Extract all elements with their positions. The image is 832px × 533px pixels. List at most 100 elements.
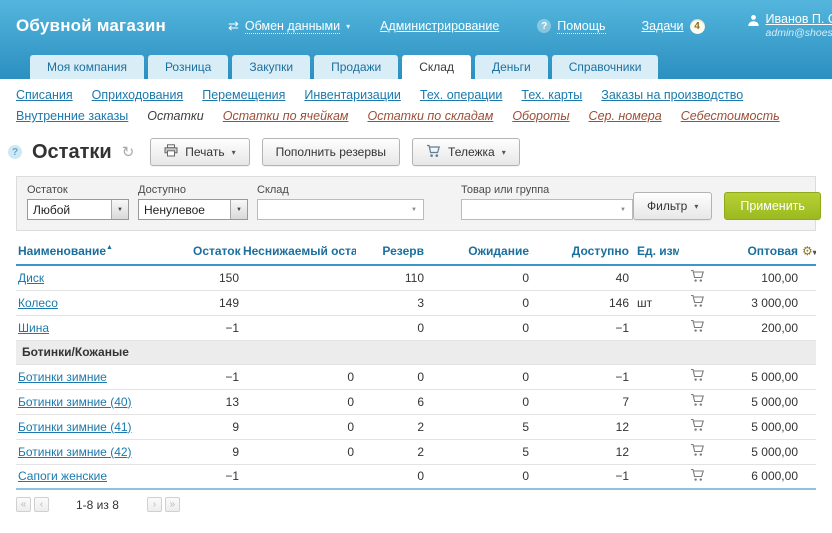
administration-link[interactable]: Администрирование bbox=[380, 19, 499, 33]
tab-warehouse[interactable]: Склад bbox=[402, 55, 471, 79]
pagination-info: 1-8 из 8 bbox=[76, 498, 119, 512]
tab-sales[interactable]: Продажи bbox=[314, 55, 398, 79]
item-link[interactable]: Диск bbox=[18, 271, 44, 285]
tab-my-company[interactable]: Моя компания bbox=[30, 55, 144, 79]
available-cell: −1 bbox=[531, 464, 631, 489]
unit-cell bbox=[631, 389, 679, 414]
subnav-transfers[interactable]: Перемещения bbox=[202, 88, 285, 102]
stock-cell: −1 bbox=[191, 364, 241, 389]
subnav-production-orders[interactable]: Заказы на производство bbox=[601, 88, 743, 102]
wholesale-cell: 5 000,00 bbox=[715, 364, 800, 389]
add-to-cart-icon[interactable] bbox=[690, 269, 705, 286]
awaiting-cell: 0 bbox=[426, 290, 531, 315]
subnav-stock-by-warehouses[interactable]: Остатки по складам bbox=[367, 109, 493, 123]
item-link[interactable]: Ботинки зимние (40) bbox=[18, 395, 132, 409]
product-combobox[interactable]: ▼ bbox=[461, 199, 633, 220]
page-help-icon[interactable]: ? bbox=[8, 145, 22, 159]
subnav-stock-current: Остатки bbox=[147, 109, 203, 123]
add-to-cart-icon[interactable] bbox=[690, 294, 705, 311]
add-to-cart-icon[interactable] bbox=[690, 418, 705, 435]
prev-page-button[interactable]: ‹ bbox=[34, 497, 49, 512]
column-settings[interactable]: ⚙▾ bbox=[800, 244, 816, 265]
sort-asc-icon: ▲ bbox=[106, 244, 113, 251]
stock-filter-select[interactable]: Любой ▼ bbox=[27, 199, 129, 220]
item-link[interactable]: Ботинки зимние (41) bbox=[18, 420, 132, 434]
group-header-label: Ботинки/Кожаные bbox=[16, 340, 816, 364]
column-header-name[interactable]: Наименование▲ bbox=[16, 244, 191, 265]
first-page-button[interactable]: « bbox=[16, 497, 31, 512]
item-link[interactable]: Шина bbox=[18, 321, 49, 335]
user-menu[interactable]: Иванов П. С. admin@shoes bbox=[747, 12, 832, 40]
column-header-stock[interactable]: Остаток bbox=[191, 244, 241, 265]
tasks-count-badge: 4 bbox=[690, 19, 705, 34]
chevron-down-icon: ▾ bbox=[813, 248, 816, 257]
unit-cell bbox=[631, 265, 679, 290]
add-to-cart-icon[interactable] bbox=[690, 368, 705, 385]
reserve-cell: 6 bbox=[356, 389, 426, 414]
data-exchange-menu[interactable]: ⇄ Обмен данными ▾ bbox=[228, 18, 350, 34]
awaiting-cell: 0 bbox=[426, 265, 531, 290]
tab-retail[interactable]: Розница bbox=[148, 55, 228, 79]
unit-cell bbox=[631, 315, 679, 340]
stock-filter-value: Любой bbox=[28, 200, 111, 219]
add-to-cart-icon[interactable] bbox=[690, 319, 705, 336]
item-link[interactable]: Ботинки зимние bbox=[18, 370, 107, 384]
wholesale-cell: 200,00 bbox=[715, 315, 800, 340]
tab-purchases[interactable]: Закупки bbox=[232, 55, 310, 79]
chevron-down-icon: ▾ bbox=[346, 22, 350, 31]
replenish-reserves-button[interactable]: Пополнить резервы bbox=[262, 138, 400, 166]
column-header-reserve[interactable]: Резерв bbox=[356, 244, 426, 265]
column-header-min-stock[interactable]: Неснижаемый остат... bbox=[241, 244, 356, 265]
subnav-inventories[interactable]: Инвентаризации bbox=[304, 88, 401, 102]
last-page-button[interactable]: » bbox=[165, 497, 180, 512]
help-menu[interactable]: ? Помощь bbox=[537, 19, 605, 34]
table-row: Ботинки зимние (41) 9 0 2 5 12 5 000,00 bbox=[16, 414, 816, 439]
available-filter-select[interactable]: Ненулевое ▼ bbox=[138, 199, 248, 220]
column-header-unit[interactable]: Ед. изм. bbox=[631, 244, 679, 265]
select-dropdown-button[interactable]: ▼ bbox=[230, 200, 247, 219]
apply-button[interactable]: Применить bbox=[724, 192, 821, 220]
item-link[interactable]: Ботинки зимние (42) bbox=[18, 445, 132, 459]
select-dropdown-button[interactable]: ▼ bbox=[111, 200, 128, 219]
user-name-link[interactable]: Иванов П. С. bbox=[766, 12, 832, 26]
stock-cell: −1 bbox=[191, 464, 241, 489]
subnav-serial-numbers[interactable]: Сер. номера bbox=[589, 109, 662, 123]
add-to-cart-icon[interactable] bbox=[690, 443, 705, 460]
min-stock-cell: 0 bbox=[241, 364, 356, 389]
subnav-stock-by-cells[interactable]: Остатки по ячейкам bbox=[223, 109, 349, 123]
tab-money[interactable]: Деньги bbox=[475, 55, 548, 79]
refresh-icon[interactable]: ↻ bbox=[122, 143, 135, 161]
warehouse-combobox[interactable]: ▼ bbox=[257, 199, 424, 220]
subnav-tech-operations[interactable]: Тех. операции bbox=[420, 88, 503, 102]
available-cell: −1 bbox=[531, 315, 631, 340]
stock-cell: 150 bbox=[191, 265, 241, 290]
wholesale-cell: 3 000,00 bbox=[715, 290, 800, 315]
tab-references[interactable]: Справочники bbox=[552, 55, 659, 79]
table-row: Ботинки зимние (40) 13 0 6 0 7 5 000,00 bbox=[16, 389, 816, 414]
add-to-cart-icon[interactable] bbox=[690, 393, 705, 410]
user-email: admin@shoes bbox=[766, 26, 832, 40]
exchange-icon: ⇄ bbox=[228, 18, 239, 34]
item-link[interactable]: Колесо bbox=[18, 296, 58, 310]
column-header-awaiting[interactable]: Ожидание bbox=[426, 244, 531, 265]
cart-menu-button[interactable]: Тележка ▾ bbox=[412, 138, 520, 166]
stock-table: Наименование▲ Остаток Неснижаемый остат.… bbox=[16, 244, 816, 490]
wholesale-cell: 5 000,00 bbox=[715, 389, 800, 414]
subnav-cost-price[interactable]: Себестоимость bbox=[681, 109, 780, 123]
chevron-down-icon: ▾ bbox=[502, 148, 506, 157]
next-page-button[interactable]: › bbox=[147, 497, 162, 512]
subnav-tech-cards[interactable]: Тех. карты bbox=[521, 88, 582, 102]
subnav-receivings[interactable]: Оприходования bbox=[92, 88, 184, 102]
subnav-internal-orders[interactable]: Внутренние заказы bbox=[16, 109, 128, 123]
column-header-wholesale[interactable]: Оптовая bbox=[715, 244, 800, 265]
product-filter-label: Товар или группа bbox=[461, 184, 633, 196]
column-header-available[interactable]: Доступно bbox=[531, 244, 631, 265]
add-to-cart-icon[interactable] bbox=[690, 468, 705, 485]
filter-button[interactable]: Фильтр ▾ bbox=[633, 192, 712, 220]
subnav-writeoffs[interactable]: Списания bbox=[16, 88, 73, 102]
subnav-turnovers[interactable]: Обороты bbox=[512, 109, 569, 123]
item-link[interactable]: Сапоги женские bbox=[18, 469, 107, 483]
tasks-link[interactable]: Задачи bbox=[642, 19, 684, 33]
print-button[interactable]: Печать ▾ bbox=[150, 138, 249, 166]
min-stock-cell bbox=[241, 464, 356, 489]
